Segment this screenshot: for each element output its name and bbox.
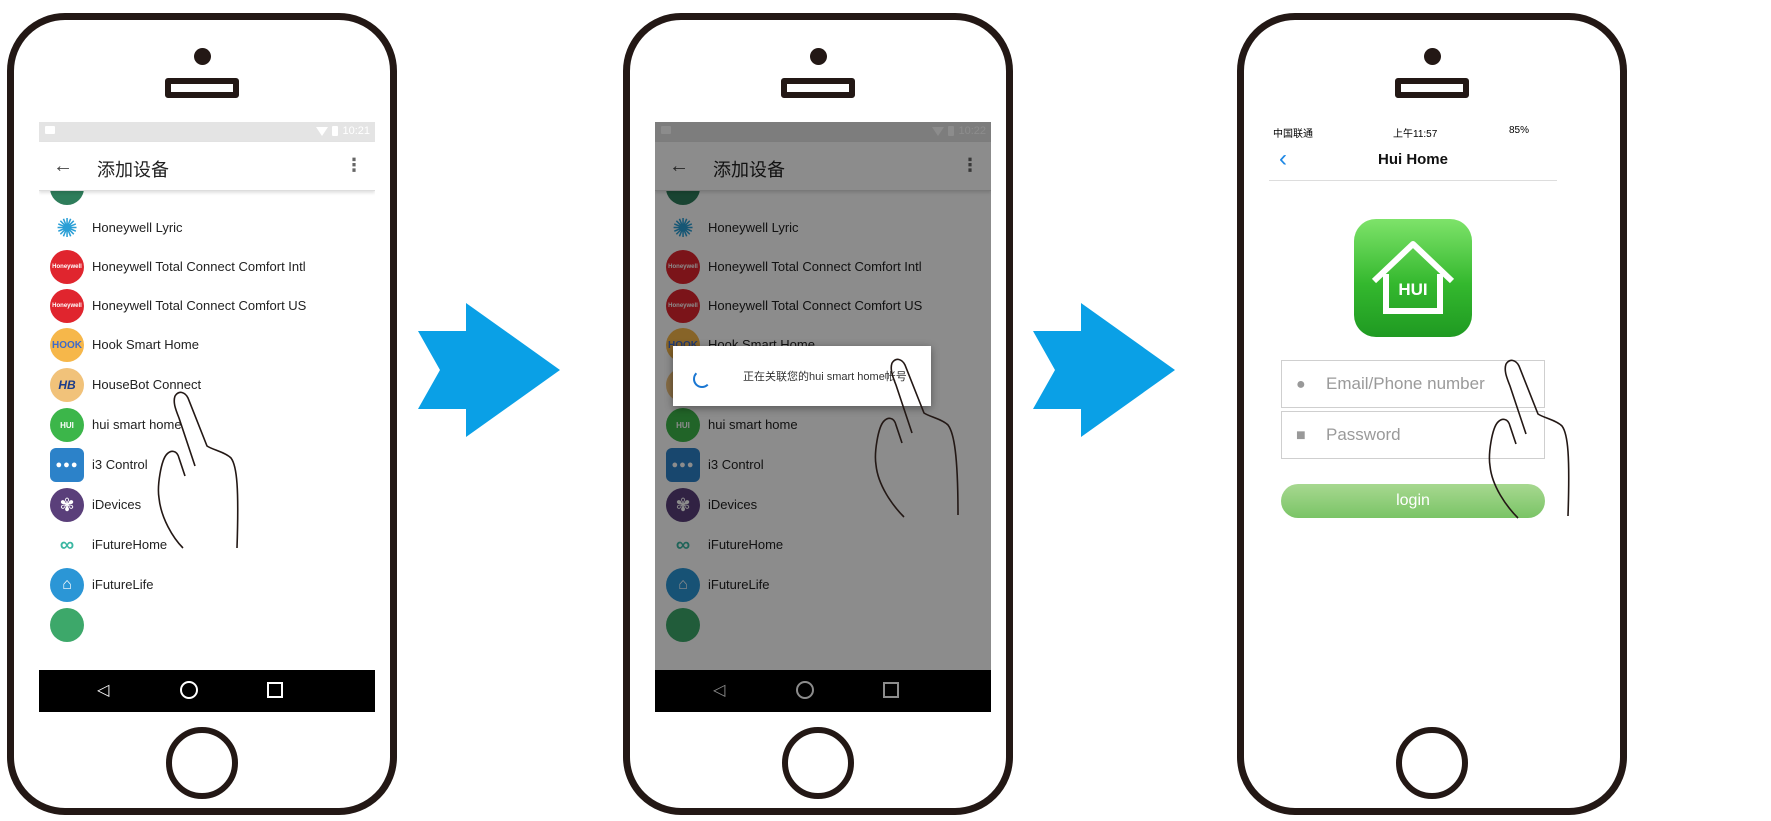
- list-item-label: iFutureLife: [92, 577, 154, 592]
- list-item-label: Hook Smart Home: [92, 337, 199, 352]
- nav-recents-icon[interactable]: [267, 682, 283, 698]
- status-time: 10:21: [342, 125, 370, 137]
- list-item-label: HouseBot Connect: [92, 377, 202, 392]
- ios-status-bar: 中国联通 上午11:57 85%: [1269, 122, 1557, 140]
- app-icon: [50, 608, 84, 642]
- dim-overlay: [655, 122, 991, 712]
- nav-home-icon[interactable]: [180, 681, 198, 699]
- list-item-label: Honeywell Total Connect Comfort US: [92, 298, 307, 313]
- hui-home-icon: HUI: [50, 408, 84, 442]
- email-field[interactable]: ● Email/Phone number: [1281, 360, 1545, 408]
- home-button: [1396, 727, 1468, 799]
- android-nav-bar: ◁: [39, 670, 375, 712]
- page-title: Hui Home: [1377, 151, 1448, 168]
- arrow-right-icon: [1033, 303, 1175, 437]
- battery-level: 85%: [1509, 125, 1530, 136]
- list-item-label: Honeywell Lyric: [92, 220, 183, 235]
- list-item[interactable]: [39, 190, 375, 208]
- device-list: ✺ Honeywell Lyric Honeywell Honeywell To…: [39, 190, 375, 670]
- wifi-icon: [316, 126, 329, 136]
- app-bar: ← 添加设备 ⋮: [39, 142, 375, 191]
- status-time: 上午11:57: [1393, 129, 1438, 140]
- list-item-label: Honeywell Total Connect Comfort Intl: [92, 259, 306, 274]
- speaker: [165, 78, 239, 98]
- camera: [1423, 48, 1441, 65]
- email-placeholder: Email/Phone number: [1326, 374, 1485, 393]
- ios-screen: 中国联通 上午11:57 85% ‹ Hui Home HUI ● Email/…: [1269, 122, 1557, 712]
- phone-frame-3: 中国联通 上午11:57 85% ‹ Hui Home HUI ● Email/…: [1237, 13, 1627, 815]
- nav-back-icon[interactable]: ◁: [97, 680, 109, 700]
- home-button: [782, 727, 854, 799]
- carrier: 中国联通: [1273, 129, 1313, 140]
- progress-dialog: 正在关联您的hui smart home帐号: [673, 346, 931, 406]
- phone-frame-1: 10:21 ← 添加设备 ⋮ ✺ Honeywell Lyric Honeywe…: [7, 13, 397, 815]
- dialog-message: 正在关联您的hui smart home帐号: [743, 371, 907, 383]
- list-item[interactable]: ⌂ iFutureLife: [39, 565, 375, 605]
- speaker: [781, 78, 855, 98]
- arrow-right-icon: [418, 303, 560, 437]
- list-item[interactable]: ●●● i3 Control: [39, 445, 375, 485]
- list-item-label: iFutureHome: [92, 537, 168, 552]
- gear-icon: [50, 190, 84, 205]
- more-vert-icon[interactable]: ⋮: [345, 155, 363, 176]
- lock-icon: ■: [1296, 427, 1306, 444]
- house-icon: HUI: [1371, 241, 1455, 314]
- ios-nav-bar: ‹ Hui Home: [1269, 140, 1557, 181]
- sunburst-icon: ✺: [50, 211, 84, 245]
- user-icon: ●: [1296, 376, 1306, 393]
- speaker: [1395, 78, 1469, 98]
- android-screen-1: 10:21 ← 添加设备 ⋮ ✺ Honeywell Lyric Honeywe…: [39, 122, 375, 712]
- android-screen-2: 10:22 ← 添加设备 ⋮ ✺ Honeywell Lyric Honeywe…: [655, 122, 991, 712]
- list-item[interactable]: Honeywell Honeywell Total Connect Comfor…: [39, 286, 375, 326]
- list-item[interactable]: HUI hui smart home: [39, 405, 375, 445]
- status-bar: 10:21: [39, 122, 375, 142]
- list-item[interactable]: ✾ iDevices: [39, 485, 375, 525]
- arrow-back-icon[interactable]: ←: [53, 155, 73, 178]
- list-item[interactable]: HB HouseBot Connect: [39, 365, 375, 405]
- spinner-icon: [693, 370, 711, 388]
- honeywell-icon: Honeywell: [50, 289, 84, 323]
- list-item[interactable]: ∞ iFutureHome: [39, 525, 375, 565]
- login-button[interactable]: login: [1281, 484, 1545, 518]
- camera: [193, 48, 211, 65]
- notification-icon: [45, 126, 55, 134]
- honeywell-icon: Honeywell: [50, 250, 84, 284]
- phone-frame-2: 10:22 ← 添加设备 ⋮ ✺ Honeywell Lyric Honeywe…: [623, 13, 1013, 815]
- hook-icon: HOOK: [50, 328, 84, 362]
- password-placeholder: Password: [1326, 425, 1401, 444]
- list-item[interactable]: ✺ Honeywell Lyric: [39, 208, 375, 248]
- password-field[interactable]: ■ Password: [1281, 411, 1545, 459]
- list-item-label: iDevices: [92, 497, 142, 512]
- housebot-icon: HB: [50, 368, 84, 402]
- house-icon: ⌂: [50, 568, 84, 602]
- infinity-icon: ∞: [50, 528, 84, 562]
- list-item[interactable]: [39, 605, 375, 645]
- home-button: [166, 727, 238, 799]
- list-item[interactable]: HOOK Hook Smart Home: [39, 325, 375, 365]
- battery-icon: [332, 126, 339, 136]
- list-item[interactable]: Honeywell Honeywell Total Connect Comfor…: [39, 247, 375, 287]
- hui-logo: HUI: [1354, 219, 1472, 337]
- idevices-icon: ✾: [50, 488, 84, 522]
- grid-icon: ●●●: [50, 448, 84, 482]
- logo-text: HUI: [1398, 280, 1427, 299]
- list-item-label: i3 Control: [92, 457, 148, 472]
- page-title: 添加设备: [97, 160, 169, 180]
- list-item-label: hui smart home: [92, 417, 182, 432]
- camera: [809, 48, 827, 65]
